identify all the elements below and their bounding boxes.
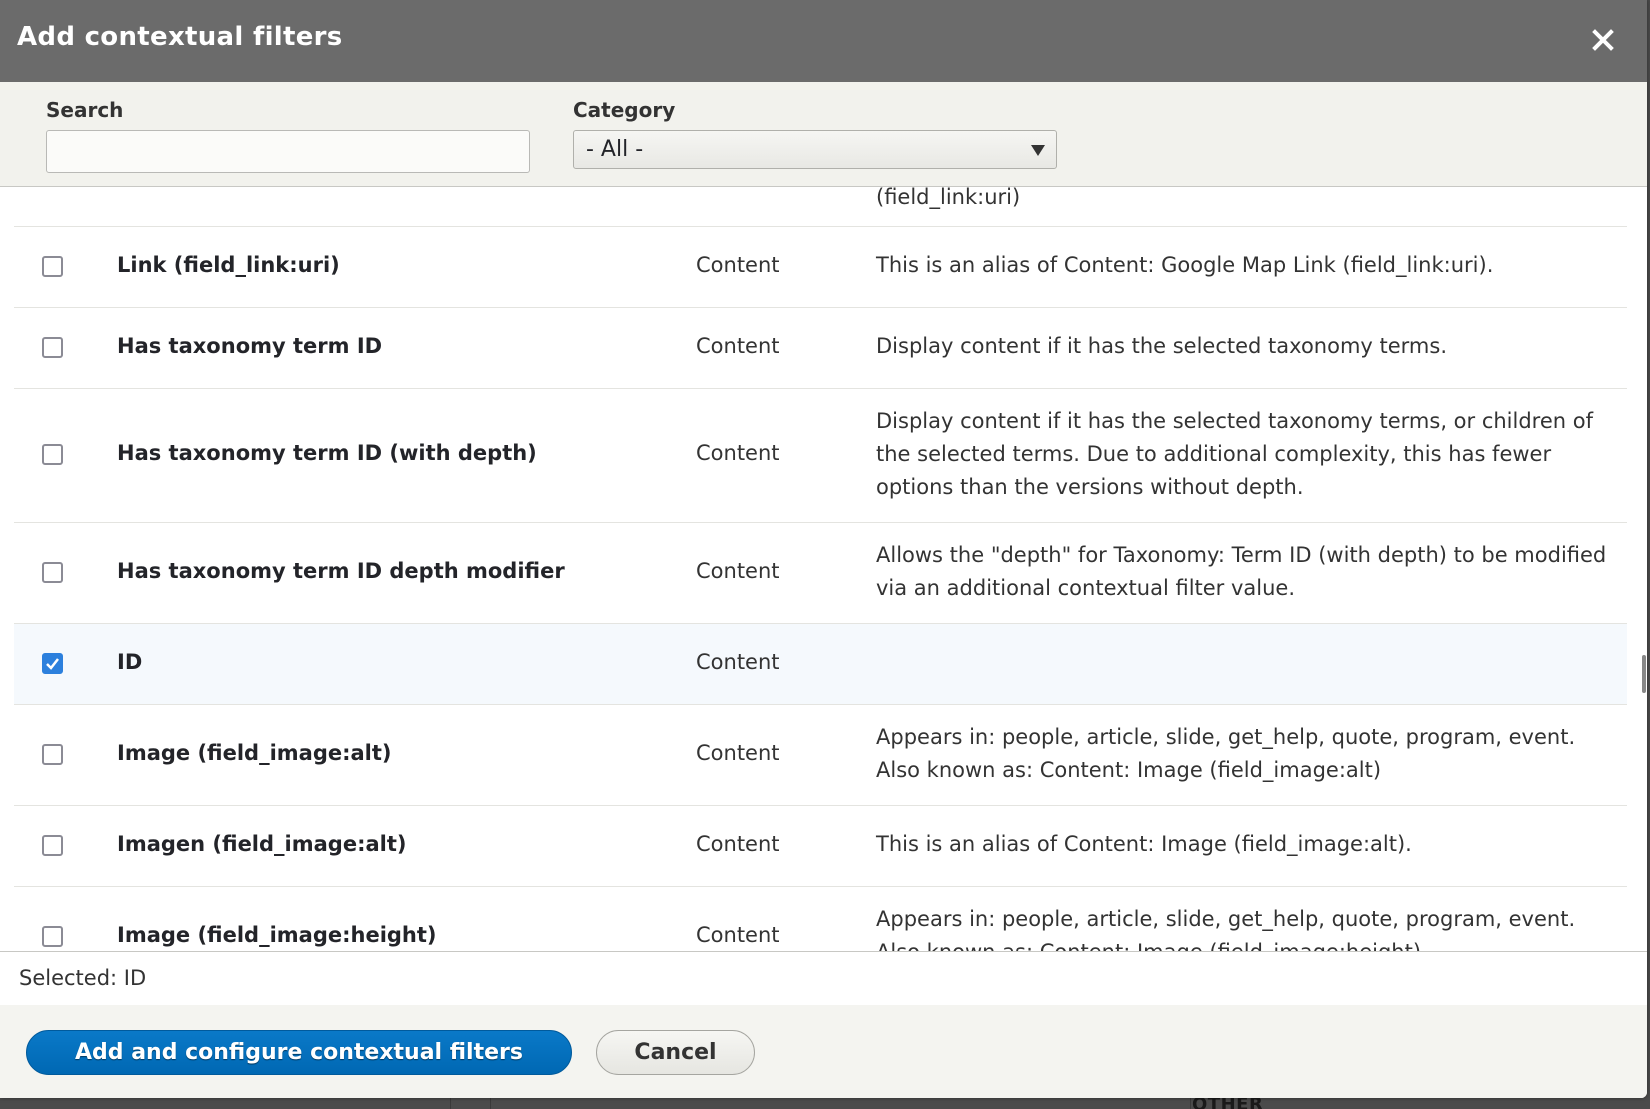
row-checkbox[interactable] bbox=[42, 744, 63, 765]
row-description: Display content if it has the selected t… bbox=[876, 409, 1594, 499]
row-description: Display content if it has the selected t… bbox=[876, 334, 1447, 358]
row-description: (field_link:uri) bbox=[876, 187, 1021, 209]
row-category: Content bbox=[696, 253, 780, 277]
row-description: Appears in: people, article, slide, get_… bbox=[876, 907, 1576, 951]
table-row[interactable]: Link (field_link:uri) Content This is an… bbox=[14, 227, 1627, 308]
row-name: Has taxonomy term ID depth modifier bbox=[117, 559, 565, 583]
dialog-title: Add contextual filters bbox=[17, 22, 343, 52]
row-checkbox[interactable] bbox=[42, 256, 63, 277]
row-description: Allows the "depth" for Taxonomy: Term ID… bbox=[876, 543, 1607, 600]
cancel-button[interactable]: Cancel bbox=[596, 1030, 755, 1075]
table-row-selected[interactable]: ID Content bbox=[14, 624, 1627, 705]
row-checkbox[interactable] bbox=[42, 337, 63, 358]
category-select[interactable]: - All - bbox=[573, 130, 1057, 169]
row-description: Appears in: people, article, slide, get_… bbox=[876, 725, 1576, 782]
checkmark-icon bbox=[46, 658, 59, 670]
row-name: Image (field_image:alt) bbox=[117, 741, 392, 765]
row-description: This is an alias of Content: Image (fiel… bbox=[876, 832, 1412, 856]
table-row[interactable]: Has taxonomy term ID depth modifier Cont… bbox=[14, 523, 1627, 624]
page-backdrop bbox=[0, 1098, 1650, 1109]
row-checkbox[interactable] bbox=[42, 562, 63, 583]
row-name: Has taxonomy term ID bbox=[117, 334, 383, 358]
row-name: Has taxonomy term ID (with depth) bbox=[117, 441, 537, 465]
row-category: Content bbox=[696, 832, 780, 856]
backdrop-divider bbox=[490, 1098, 491, 1109]
row-category: Content bbox=[696, 441, 780, 465]
table-row[interactable]: Has taxonomy term ID (with depth) Conten… bbox=[14, 389, 1627, 523]
row-category: Content bbox=[696, 650, 780, 674]
row-name: Link (field_link:uri) bbox=[117, 253, 340, 277]
dropdown-arrow-icon bbox=[1031, 145, 1045, 156]
category-label: Category bbox=[573, 98, 676, 122]
table-row[interactable]: Has taxonomy term ID Content Display con… bbox=[14, 308, 1627, 389]
list-scrollbar[interactable] bbox=[1642, 655, 1646, 693]
table-row[interactable]: Image (field_image:alt) Content Appears … bbox=[14, 705, 1627, 806]
add-contextual-filters-dialog: Add contextual filters (field_link:uri) … bbox=[0, 0, 1647, 1098]
table-row[interactable]: Image (field_image:height) Content Appea… bbox=[14, 887, 1627, 951]
close-button[interactable] bbox=[1583, 20, 1623, 60]
dialog-titlebar: Add contextual filters bbox=[0, 0, 1647, 82]
row-name: Image (field_image:height) bbox=[117, 923, 437, 947]
row-category: Content bbox=[696, 741, 780, 765]
row-checkbox[interactable] bbox=[42, 444, 63, 465]
selected-summary: Selected: ID bbox=[0, 951, 1647, 1005]
backdrop-divider bbox=[450, 1098, 451, 1109]
row-category: Content bbox=[696, 334, 780, 358]
row-name: Imagen (field_image:alt) bbox=[117, 832, 407, 856]
filter-options-list[interactable]: (field_link:uri) Link (field_link:uri) C… bbox=[0, 187, 1647, 951]
row-name: ID bbox=[117, 650, 143, 674]
row-checkbox[interactable] bbox=[42, 835, 63, 856]
table-row[interactable]: Imagen (field_image:alt) Content This is… bbox=[14, 806, 1627, 887]
dialog-button-pane: Add and configure contextual filters Can… bbox=[0, 1005, 1647, 1098]
category-selected-value: - All - bbox=[586, 137, 644, 162]
add-and-configure-button[interactable]: Add and configure contextual filters bbox=[26, 1030, 572, 1075]
backdrop-divider bbox=[1190, 1098, 1191, 1109]
close-icon bbox=[1592, 29, 1614, 51]
row-category: Content bbox=[696, 923, 780, 947]
row-description: This is an alias of Content: Google Map … bbox=[876, 253, 1494, 277]
selected-text: Selected: ID bbox=[19, 966, 147, 990]
row-checkbox-checked[interactable] bbox=[42, 653, 63, 674]
table-row-partial: (field_link:uri) bbox=[14, 187, 1627, 227]
row-category: Content bbox=[696, 559, 780, 583]
search-label: Search bbox=[46, 98, 124, 122]
search-input[interactable] bbox=[46, 130, 530, 173]
row-checkbox[interactable] bbox=[42, 926, 63, 947]
filter-bar: Search Category - All - bbox=[0, 82, 1647, 187]
